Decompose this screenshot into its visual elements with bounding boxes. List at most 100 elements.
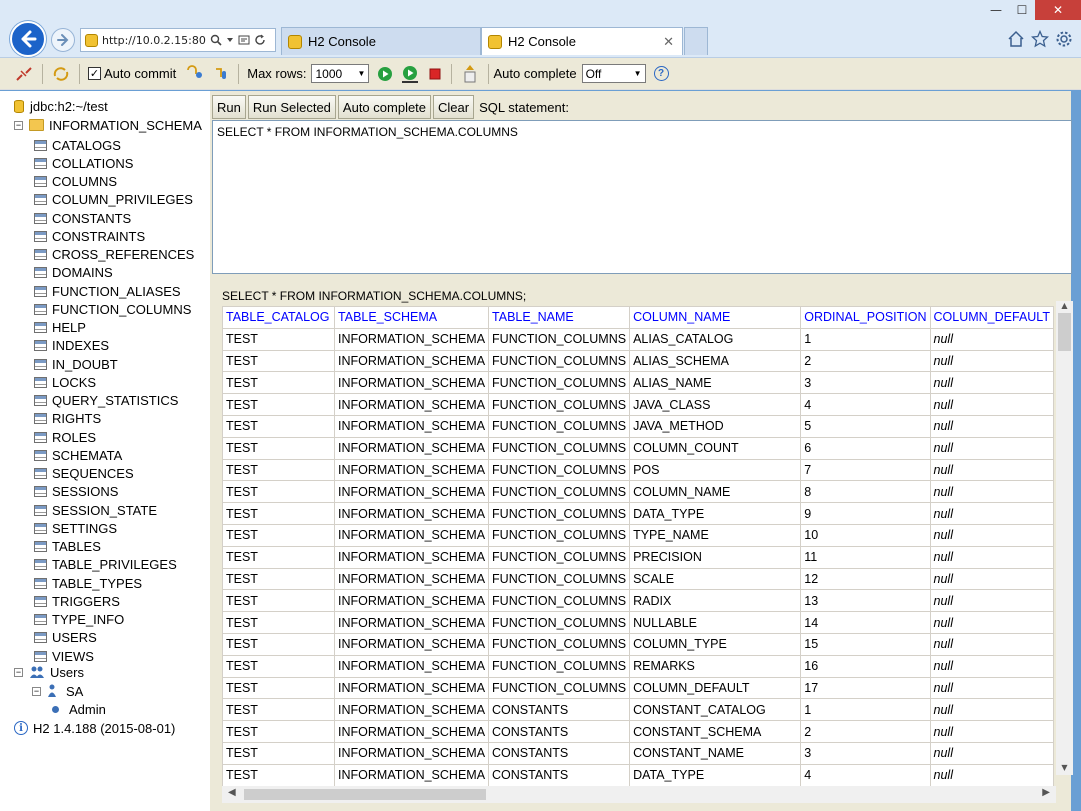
auto-commit-toggle[interactable]: ✓ Auto commit [88, 66, 176, 81]
table-cell: REMARKS [629, 654, 802, 678]
tree-user-role: Admin [52, 700, 106, 718]
column-header[interactable]: COLUMN_NAME [629, 306, 802, 329]
table-cell: FUNCTION_COLUMNS [488, 523, 631, 547]
tree-table-item[interactable]: HELP [34, 319, 86, 337]
rollback-button[interactable] [184, 64, 204, 83]
search-icon[interactable] [210, 34, 222, 46]
column-header[interactable]: TABLE_CATALOG [221, 306, 336, 329]
tree-connection[interactable]: jdbc:h2:~/test [14, 97, 108, 115]
table-cell: COLUMN_TYPE [629, 632, 802, 656]
schema-label: INFORMATION_SCHEMA [49, 117, 202, 133]
dropdown-arrow-icon[interactable] [226, 36, 234, 44]
scroll-thumb[interactable] [1058, 313, 1071, 351]
tree-table-item[interactable]: CROSS_REFERENCES [34, 246, 194, 264]
table-cell: INFORMATION_SCHEMA [334, 611, 490, 634]
table-label: QUERY_STATISTICS [52, 393, 179, 408]
max-rows-select[interactable]: 1000 ▼ [311, 64, 370, 83]
refresh-icon[interactable] [254, 34, 266, 46]
scroll-down-icon[interactable]: ▼ [1056, 763, 1073, 775]
tree-table-item[interactable]: CONSTANTS [34, 209, 131, 227]
tree-table-item[interactable]: DOMAINS [34, 264, 113, 282]
home-icon[interactable] [1007, 30, 1025, 48]
tree-table-item[interactable]: FUNCTION_ALIASES [34, 282, 181, 300]
help-button[interactable]: ? [653, 66, 669, 81]
run-button[interactable]: Run [212, 95, 246, 119]
tree-table-item[interactable]: FUNCTION_COLUMNS [34, 300, 191, 318]
scroll-left-icon[interactable]: ◀ [228, 787, 236, 798]
address-bar[interactable]: http://10.0.2.15:808 [80, 28, 276, 52]
tree-table-item[interactable]: IN_DOUBT [34, 355, 118, 373]
scroll-up-icon[interactable]: ▲ [1056, 301, 1073, 313]
auto-complete-value: Off [585, 66, 602, 81]
close-tab-icon[interactable]: ✕ [663, 34, 674, 50]
run-button-icon[interactable] [377, 66, 393, 82]
clear-button[interactable]: Clear [433, 95, 475, 119]
back-button[interactable] [10, 21, 46, 57]
forward-button[interactable] [51, 28, 75, 52]
tree-user-sa[interactable]: − SA [32, 682, 83, 700]
tree-schema[interactable]: − INFORMATION_SCHEMA [14, 116, 202, 134]
stop-button[interactable] [427, 66, 443, 82]
sql-editor[interactable]: SELECT * FROM INFORMATION_SCHEMA.COLUMNS [212, 120, 1072, 274]
tree-table-item[interactable]: TABLE_TYPES [34, 574, 142, 592]
column-header[interactable]: COLUMN_DEFAULT [929, 306, 1054, 329]
maximize-button[interactable]: ☐ [1009, 0, 1035, 20]
vertical-scrollbar[interactable]: ▲ ▼ [1056, 301, 1073, 775]
minimize-button[interactable]: — [983, 0, 1009, 20]
tree-table-item[interactable]: CONSTRAINTS [34, 227, 145, 245]
table-icon [34, 449, 47, 461]
tree-table-item[interactable]: CATALOGS [34, 136, 121, 154]
tree-table-item[interactable]: QUERY_STATISTICS [34, 392, 178, 410]
scroll-thumb[interactable] [244, 789, 486, 800]
auto-complete-select[interactable]: Off ▼ [581, 64, 646, 83]
tree-table-item[interactable]: INDEXES [34, 337, 109, 355]
refresh-button[interactable] [51, 65, 71, 83]
auto-commit-checkbox[interactable]: ✓ [88, 67, 101, 80]
collapse-icon[interactable]: − [14, 667, 23, 677]
tree-table-item[interactable]: SCHEMATA [34, 446, 122, 464]
column-header[interactable]: ORDINAL_POSITION [800, 306, 931, 329]
run-selected-button[interactable]: Run Selected [247, 95, 336, 119]
table-cell: 17 [800, 676, 931, 700]
tree-table-item[interactable]: USERS [34, 629, 97, 647]
tree-table-item[interactable]: TRIGGERS [34, 592, 120, 610]
column-header[interactable]: TABLE_SCHEMA [334, 306, 490, 329]
tree-table-item[interactable]: SEQUENCES [34, 465, 134, 483]
table-cell: 2 [800, 720, 931, 743]
horizontal-scrollbar[interactable]: ◀ ▶ [222, 786, 1056, 803]
column-header[interactable]: TABLE_NAME [488, 306, 631, 329]
new-tab-button[interactable] [684, 27, 708, 55]
star-icon[interactable] [1031, 30, 1049, 48]
settings-gear-icon[interactable] [1055, 30, 1073, 48]
tree-table-item[interactable]: COLLATIONS [34, 154, 133, 172]
tree-table-item[interactable]: LOCKS [34, 373, 96, 391]
tree-table-item[interactable]: COLUMNS [34, 173, 117, 191]
scroll-right-icon[interactable]: ▶ [1042, 787, 1050, 798]
browser-tab-active[interactable]: H2 Console ✕ [481, 27, 683, 55]
browser-tab[interactable]: H2 Console [281, 27, 481, 55]
auto-complete-button[interactable]: Auto complete [337, 95, 432, 119]
tree-table-item[interactable]: TABLES [34, 538, 101, 556]
run-selected-icon-button[interactable] [401, 65, 419, 83]
tree-table-item[interactable]: SESSION_STATE [34, 501, 157, 519]
users-label: Users [50, 664, 84, 680]
table-cell: FUNCTION_COLUMNS [488, 327, 631, 351]
table-cell: null [929, 676, 1054, 700]
tree-table-item[interactable]: TYPE_INFO [34, 611, 124, 629]
tree-table-item[interactable]: RIGHTS [34, 410, 101, 428]
collapse-icon[interactable]: − [32, 686, 41, 696]
tree-table-item[interactable]: SETTINGS [34, 519, 117, 537]
compatibility-icon[interactable] [238, 34, 250, 46]
history-button[interactable] [460, 64, 480, 84]
version-label: H2 1.4.188 (2015-08-01) [33, 720, 176, 736]
tree-users[interactable]: − Users [14, 663, 84, 681]
commit-button[interactable] [212, 65, 230, 83]
window-close-button[interactable]: ✕ [1035, 0, 1081, 20]
tree-table-item[interactable]: SESSIONS [34, 483, 118, 501]
disconnect-button[interactable] [14, 65, 34, 83]
tree-table-item[interactable]: TABLE_PRIVILEGES [34, 556, 177, 574]
tree-table-item[interactable]: COLUMN_PRIVILEGES [34, 191, 193, 209]
table-label: RIGHTS [52, 411, 102, 427]
collapse-icon[interactable]: − [14, 120, 23, 130]
tree-table-item[interactable]: ROLES [34, 428, 96, 446]
